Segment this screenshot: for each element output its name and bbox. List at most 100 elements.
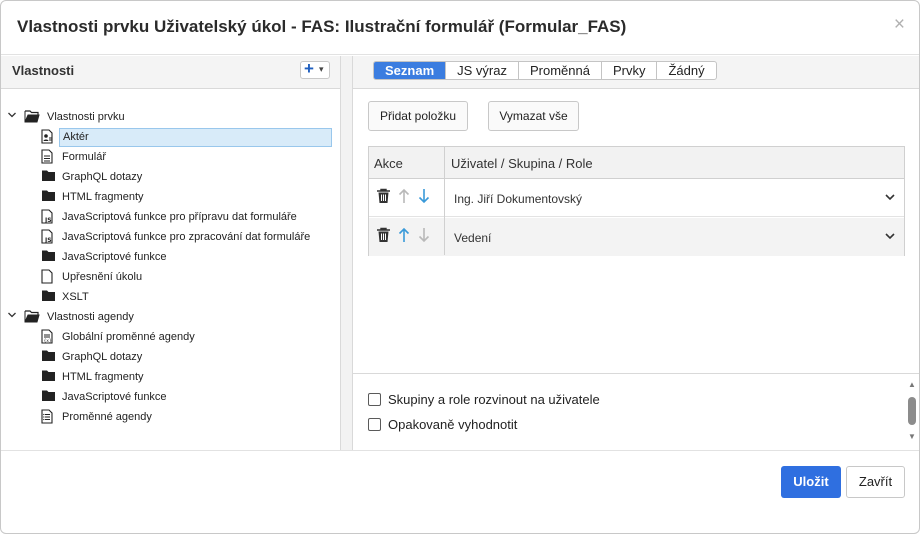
folder-icon: [41, 369, 55, 385]
tree-item[interactable]: GraphQL dotazy: [39, 348, 336, 368]
tree-node-label: JavaScriptová funkce pro zpracování dat …: [62, 231, 311, 243]
tree-item[interactable]: JavaScriptové funkce: [39, 388, 336, 408]
grid-header: Akce Uživatel / Skupina / Role: [369, 147, 904, 179]
folder-icon: [41, 349, 55, 365]
move-up-icon: [398, 188, 414, 204]
reevaluate-checkbox[interactable]: Opakovaně vyhodnotit: [368, 416, 608, 434]
trash-icon[interactable]: [376, 188, 392, 204]
assignee-grid: Akce Uživatel / Skupina / Role Ing. Jiří…: [368, 146, 905, 256]
value-type-tabbar: Seznam JS výraz Proměnná Prvky Žádný: [353, 56, 919, 89]
tab-2[interactable]: JS výraz: [445, 62, 518, 79]
actor-document-icon: [41, 129, 55, 145]
clear-all-button[interactable]: Vymazat vše: [488, 101, 579, 131]
tab-3[interactable]: Proměnná: [517, 62, 601, 79]
scrollbar-thumb[interactable]: [908, 397, 916, 425]
tree-item[interactable]: {x} Globální proměnné agendy: [39, 328, 336, 348]
tree-item[interactable]: GraphQL dotazy: [39, 168, 336, 188]
tab-4[interactable]: Prvky: [600, 62, 657, 79]
js-file-icon: JS: [41, 209, 55, 225]
close-icon[interactable]: ×: [894, 15, 905, 34]
tree-node-label: Vlastnosti prvku: [47, 111, 125, 123]
column-header-assignee: Uživatel / Skupina / Role: [451, 156, 593, 171]
add-item-button[interactable]: Přidat položku: [368, 101, 468, 131]
tree-node-label: GraphQL dotazy: [62, 351, 143, 363]
plus-icon: +: [304, 59, 314, 78]
dialog-footer: Uložit Zavřít: [1, 450, 919, 533]
properties-dialog: Vlastnosti prvku Uživatelský úkol - FAS:…: [0, 0, 920, 534]
folder-icon: [41, 289, 55, 305]
folder-icon: [41, 389, 55, 405]
tree-node-label: HTML fragmenty: [62, 191, 144, 203]
folder-icon: [41, 189, 55, 205]
tree-node-label: Globální proměnné agendy: [62, 331, 195, 343]
tree-item[interactable]: Formulář: [39, 148, 336, 168]
checkbox-label: Opakovaně vyhodnotit: [388, 417, 518, 432]
properties-panel-title: Vlastnosti: [12, 63, 75, 78]
folder-icon: [41, 169, 55, 185]
tree-item[interactable]: Aktér: [39, 128, 336, 148]
trash-icon[interactable]: [376, 227, 392, 243]
tree-node-label: JavaScriptové funkce: [62, 251, 167, 263]
tree-item[interactable]: HTML fragmenty: [39, 368, 336, 388]
tab-1[interactable]: Seznam: [374, 62, 446, 79]
column-divider: [444, 147, 445, 255]
save-button[interactable]: Uložit: [781, 466, 841, 498]
checkbox-box[interactable]: [368, 418, 381, 431]
add-property-button[interactable]: + ▾: [300, 59, 330, 79]
dialog-title: Vlastnosti prvku Uživatelský úkol - FAS:…: [17, 17, 627, 36]
folder-open-icon: [24, 109, 40, 125]
tree-node-label: Formulář: [62, 151, 107, 163]
close-button[interactable]: Zavřít: [846, 466, 905, 498]
options-scrollbar[interactable]: ▲ ▼: [905, 380, 919, 446]
tree-node-label: HTML fragmenty: [62, 371, 144, 383]
variables-document-icon: {x}: [41, 329, 55, 345]
svg-text:JS: JS: [44, 217, 52, 224]
scroll-down-icon[interactable]: ▼: [908, 432, 916, 441]
tree-node-label: Aktér: [59, 128, 332, 147]
panel-splitter[interactable]: [341, 56, 353, 450]
value-type-tabs: Seznam JS výraz Proměnná Prvky Žádný: [373, 61, 717, 80]
tree-node-label: JavaScriptová funkce pro přípravu dat fo…: [62, 211, 297, 223]
tree-item[interactable]: JavaScriptové funkce: [39, 248, 336, 268]
blank-document-icon: [41, 269, 55, 285]
properties-panel: Vlastnosti + ▾ Vlastnosti prvku Aktér Form…: [1, 56, 341, 450]
tree-item[interactable]: JS JavaScriptová funkce pro přípravu dat …: [39, 208, 336, 228]
checkbox-box[interactable]: [368, 393, 381, 406]
tree-item[interactable]: HTML fragmenty: [39, 188, 336, 208]
tree-item[interactable]: Proměnné agendy: [39, 408, 336, 428]
expand-toggle-icon[interactable]: [7, 110, 19, 123]
assignee-value[interactable]: Vedení: [454, 231, 491, 245]
assignee-value[interactable]: Ing. Jiří Dokumentovský: [454, 192, 582, 206]
folder-open-icon: [24, 309, 40, 325]
chevron-down-icon[interactable]: [884, 229, 896, 241]
caret-down-icon: ▾: [319, 64, 324, 74]
move-down-icon[interactable]: [418, 188, 434, 204]
tree-node-label: XSLT: [62, 291, 89, 303]
form-document-icon: [41, 149, 55, 165]
scroll-up-icon[interactable]: ▲: [908, 380, 916, 389]
expand-groups-checkbox[interactable]: Skupiny a role rozvinout na uživatele: [368, 391, 608, 409]
tree-node-label: Proměnné agendy: [62, 411, 152, 423]
properties-panel-header: Vlastnosti + ▾: [1, 56, 340, 89]
tab-5[interactable]: Žádný: [656, 62, 715, 79]
chevron-down-icon[interactable]: [884, 190, 896, 202]
move-up-icon[interactable]: [398, 227, 414, 243]
expand-toggle-icon[interactable]: [7, 310, 19, 323]
folder-icon: [41, 249, 55, 265]
table-row: Ing. Jiří Dokumentovský: [369, 179, 904, 217]
tree-item[interactable]: Upřesnění úkolu: [39, 268, 336, 288]
tree-group-node[interactable]: Vlastnosti prvku: [7, 108, 336, 128]
tree-node-label: JavaScriptové funkce: [62, 391, 167, 403]
value-panel: Seznam JS výraz Proměnná Prvky Žádný Přidat …: [353, 56, 919, 450]
move-down-icon: [418, 227, 434, 243]
tree-node-label: GraphQL dotazy: [62, 171, 143, 183]
checkbox-label: Skupiny a role rozvinout na uživatele: [388, 392, 600, 407]
dialog-header: Vlastnosti prvku Uživatelský úkol - FAS:…: [1, 1, 919, 55]
column-header-actions: Akce: [374, 156, 403, 171]
table-row: Vedení: [369, 218, 904, 256]
tree-item[interactable]: JS JavaScriptová funkce pro zpracování da…: [39, 228, 336, 248]
svg-text:JS: JS: [44, 237, 52, 244]
options-area: Skupiny a role rozvinout na uživatele Op…: [353, 373, 919, 450]
tree-item[interactable]: XSLT: [39, 288, 336, 308]
tree-group-node[interactable]: Vlastnosti agendy: [7, 308, 336, 328]
